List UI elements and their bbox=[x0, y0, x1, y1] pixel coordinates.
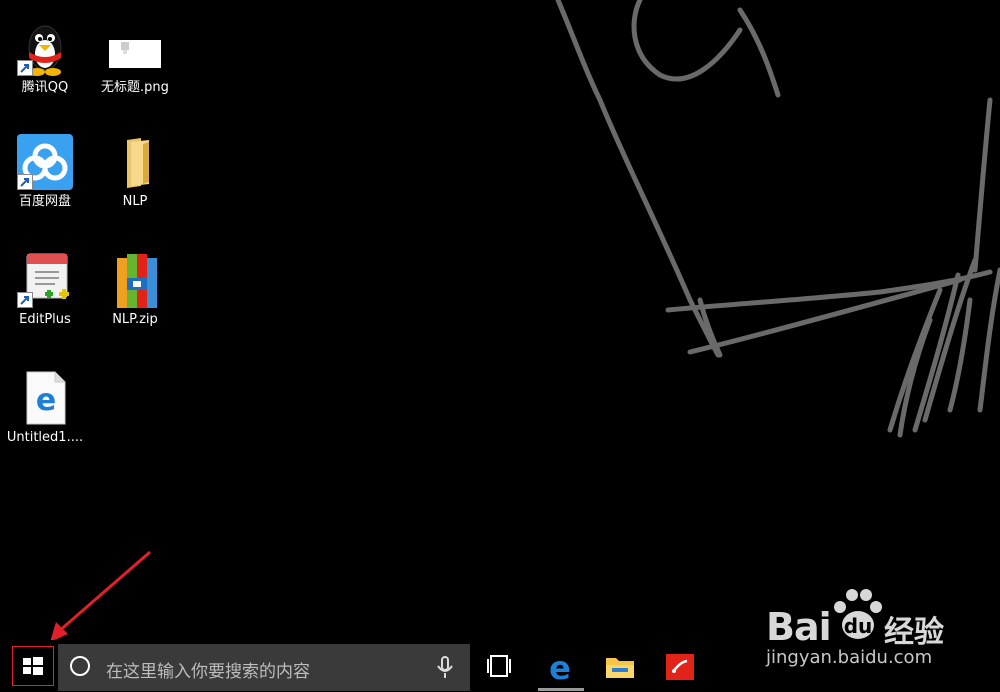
baidu-netdisk-icon bbox=[15, 132, 75, 192]
task-view-button[interactable] bbox=[478, 646, 522, 688]
desktop-icon-nlp-folder[interactable]: NLP bbox=[90, 132, 180, 210]
desktop-icon-png[interactable]: 无标题.png bbox=[90, 18, 180, 96]
edge-html-file-icon: e bbox=[15, 368, 75, 428]
svg-text:e: e bbox=[36, 383, 56, 418]
desktop-icon-label: NLP.zip bbox=[112, 312, 158, 327]
edge-browser-icon: e bbox=[549, 649, 571, 687]
taskbar-search-box[interactable]: 在这里输入你要搜索的内容 bbox=[58, 644, 470, 691]
editplus-icon bbox=[15, 250, 75, 310]
watermark-url: jingyan.baidu.com bbox=[766, 647, 933, 668]
watermark-brand: Bai bbox=[766, 605, 832, 649]
svg-text:e: e bbox=[549, 649, 571, 687]
start-button[interactable] bbox=[12, 646, 54, 686]
desktop-icon-label: Untitled1.... bbox=[6, 430, 84, 445]
search-placeholder: 在这里输入你要搜索的内容 bbox=[106, 662, 310, 682]
desktop-icon-label: 百度网盘 bbox=[18, 194, 71, 209]
desktop-icon-nlp-zip[interactable]: NLP.zip bbox=[90, 250, 180, 328]
desktop-icon-qq[interactable]: 腾讯QQ bbox=[0, 18, 90, 96]
desktop-icon-editplus[interactable]: EditPlus bbox=[0, 250, 90, 328]
red-app-taskbar-button[interactable] bbox=[658, 646, 702, 688]
desktop-icon-baidu-netdisk[interactable]: 百度网盘 bbox=[0, 132, 90, 210]
desktop-icon-label: EditPlus bbox=[19, 312, 71, 327]
file-explorer-taskbar-button[interactable] bbox=[598, 646, 642, 688]
microphone-icon[interactable] bbox=[436, 656, 454, 680]
edge-taskbar-button[interactable]: e bbox=[538, 646, 582, 688]
windows-logo-icon bbox=[23, 657, 43, 675]
desktop-icon-label: NLP bbox=[122, 194, 148, 209]
shortcut-arrow-icon bbox=[17, 174, 33, 190]
qq-penguin-icon bbox=[15, 18, 75, 78]
file-explorer-icon bbox=[606, 658, 634, 678]
baidu-jingyan-watermark: Bai du 经验 jingyan.baidu.com bbox=[766, 585, 996, 675]
red-app-icon bbox=[666, 654, 694, 680]
zip-archive-icon bbox=[105, 250, 165, 310]
shortcut-arrow-icon bbox=[17, 60, 33, 76]
desktop-icon-label: 腾讯QQ bbox=[21, 80, 69, 95]
desktop-icon-label: 无标题.png bbox=[101, 80, 169, 95]
shortcut-arrow-icon bbox=[17, 292, 33, 308]
png-file-icon bbox=[105, 18, 165, 78]
watermark-jingyan: 经验 bbox=[884, 615, 944, 650]
annotation-arrow bbox=[50, 550, 151, 642]
desktop-icon-untitled-html[interactable]: e Untitled1.... bbox=[0, 368, 90, 446]
svg-text:du: du bbox=[844, 614, 873, 638]
baidu-paw-icon: du bbox=[834, 589, 882, 639]
cortana-circle-icon bbox=[70, 656, 90, 676]
folder-icon bbox=[105, 132, 165, 192]
task-view-icon bbox=[487, 655, 511, 677]
